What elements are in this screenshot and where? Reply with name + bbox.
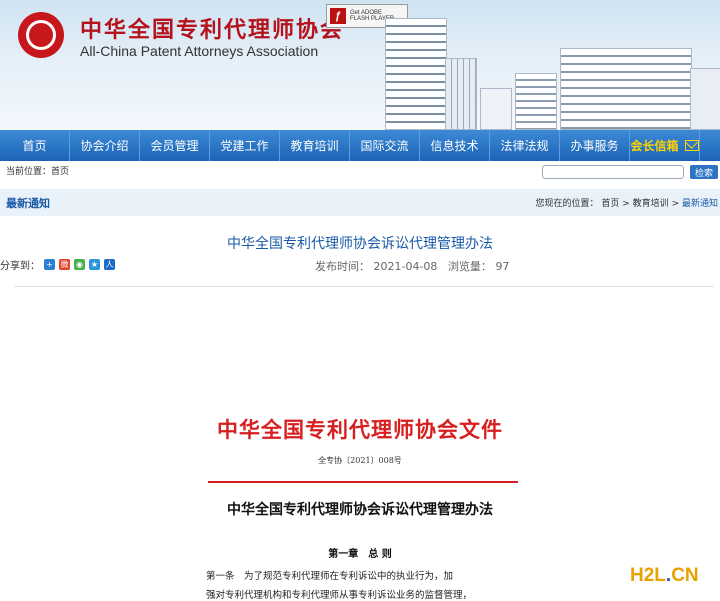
breadcrumb: 您现在的位置： 首页 > 教育培训 > 最新通知 xyxy=(535,196,718,209)
view-count: 97 xyxy=(495,260,510,273)
site-name-cn: 中华全国专利代理师协会 xyxy=(80,17,345,43)
location-bar: 当前位置：首页 检索 xyxy=(0,161,720,183)
building-illustration xyxy=(445,58,477,130)
article-title: 中华全国专利代理师协会诉讼代理管理办法 xyxy=(227,236,493,252)
association-logo[interactable] xyxy=(18,12,64,58)
breadcrumb-sep: > xyxy=(671,199,680,209)
nav-item-international[interactable]: 国际交流 xyxy=(350,130,420,161)
document-header: 中华全国专利代理师协会文件 xyxy=(217,417,503,442)
share-plus-icon[interactable]: + xyxy=(44,259,55,270)
share-renren-icon[interactable]: 人 xyxy=(104,259,115,270)
breadcrumb-home[interactable]: 首页 xyxy=(601,199,619,209)
search-button[interactable]: 检索 xyxy=(690,165,718,179)
breadcrumb-sep: > xyxy=(622,199,630,209)
mail-icon xyxy=(684,140,699,151)
chapter-heading: 第一章 总 则 xyxy=(328,549,392,560)
nav-item-it[interactable]: 信息技术 xyxy=(420,130,490,161)
breadcrumb-current[interactable]: 最新通知 xyxy=(682,199,718,209)
section-titlebar: 最新通知 您现在的位置： 首页 > 教育培训 > 最新通知 xyxy=(0,189,720,216)
published-date: 2021-04-08 xyxy=(373,260,438,273)
current-location: 当前位置：首页 xyxy=(6,167,70,177)
breadcrumb-category[interactable]: 教育培训 xyxy=(633,199,669,209)
nav-item-home[interactable]: 首页 xyxy=(0,130,70,161)
document-line-2: 强对专利代理机构和专利代理师从事专利诉讼业务的监督管理， xyxy=(206,590,473,601)
document-line-1: 第一条 为了规范专利代理师在专利诉讼中的执业行为，加 xyxy=(206,571,454,582)
document-number: 全专协〔2021〕008号 xyxy=(318,456,402,465)
nav-item-services[interactable]: 办事服务 xyxy=(560,130,630,161)
nav-item-party[interactable]: 党建工作 xyxy=(210,130,280,161)
published-label: 发布时间： xyxy=(315,260,370,273)
article-meta: 发布时间： 2021-04-08 浏览量： 97 xyxy=(315,258,509,274)
section-title: 最新通知 xyxy=(6,197,50,210)
share-label: 分享到： xyxy=(0,261,40,272)
divider xyxy=(14,286,714,287)
mailbox-label: 会长信箱 xyxy=(630,139,679,153)
watermark-right: CN xyxy=(671,565,699,586)
views-label: 浏览量： xyxy=(447,260,492,273)
share-bar: 分享到： + 微 ◉ ★ 人 xyxy=(0,257,115,272)
watermark-logo: H2L.CN xyxy=(630,565,699,587)
flash-icon: ƒ xyxy=(330,8,346,24)
building-illustration xyxy=(480,88,512,130)
nav-item-law[interactable]: 法律法规 xyxy=(490,130,560,161)
nav-item-about[interactable]: 协会介绍 xyxy=(70,130,140,161)
site-name-en: All-China Patent Attorneys Association xyxy=(80,43,319,59)
building-illustration xyxy=(560,48,692,130)
building-illustration xyxy=(385,18,447,130)
share-wechat-icon[interactable]: ◉ xyxy=(74,259,85,270)
share-weibo-icon[interactable]: 微 xyxy=(59,259,70,270)
nav-item-training[interactable]: 教育培训 xyxy=(280,130,350,161)
share-qzone-icon[interactable]: ★ xyxy=(89,259,100,270)
watermark-left: H2L xyxy=(630,565,666,586)
search-input[interactable] xyxy=(542,165,684,179)
document-title: 中华全国专利代理师协会诉讼代理管理办法 xyxy=(227,502,493,518)
site-header: 中华全国专利代理师协会 All-China Patent Attorneys A… xyxy=(0,0,720,130)
nav-item-mailbox[interactable]: 会长信箱 xyxy=(630,130,700,161)
building-illustration xyxy=(515,73,557,130)
document-red-line xyxy=(208,481,518,483)
breadcrumb-prefix: 您现在的位置： xyxy=(535,199,599,209)
building-illustration xyxy=(690,68,720,130)
main-nav: 首页 协会介绍 会员管理 党建工作 教育培训 国际交流 信息技术 法律法规 办事… xyxy=(0,130,720,161)
nav-item-members[interactable]: 会员管理 xyxy=(140,130,210,161)
